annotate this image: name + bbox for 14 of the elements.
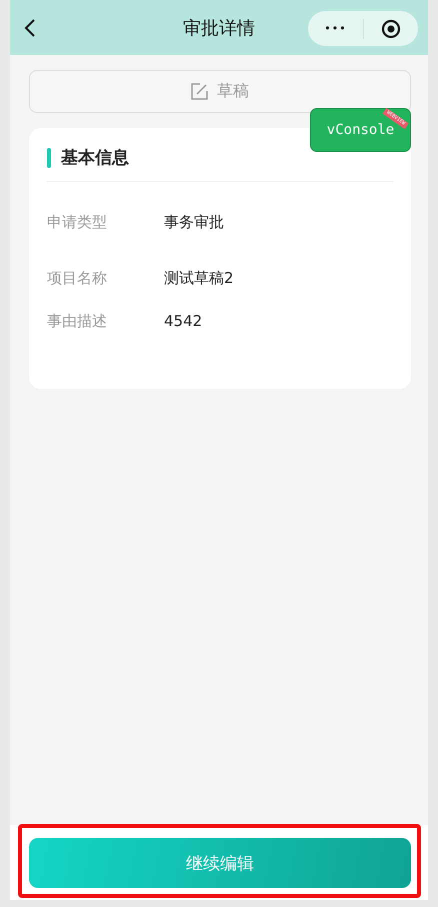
field-label: 事由描述 <box>47 312 108 331</box>
field-value: 事务审批 <box>164 213 224 232</box>
field-value: 4542 <box>164 312 202 331</box>
back-icon[interactable] <box>24 18 36 38</box>
more-button[interactable]: ••• <box>308 22 363 35</box>
continue-edit-button[interactable]: 继续编辑 <box>29 838 411 888</box>
accent-bar <box>47 148 51 168</box>
target-icon[interactable] <box>381 18 401 38</box>
field-label: 申请类型 <box>47 213 108 232</box>
page-title: 审批详情 <box>183 16 255 40</box>
card-title: 基本信息 <box>61 147 129 169</box>
edit-icon <box>191 83 208 100</box>
field-value: 测试草稿2 <box>164 269 234 288</box>
field-label: 项目名称 <box>47 269 108 288</box>
